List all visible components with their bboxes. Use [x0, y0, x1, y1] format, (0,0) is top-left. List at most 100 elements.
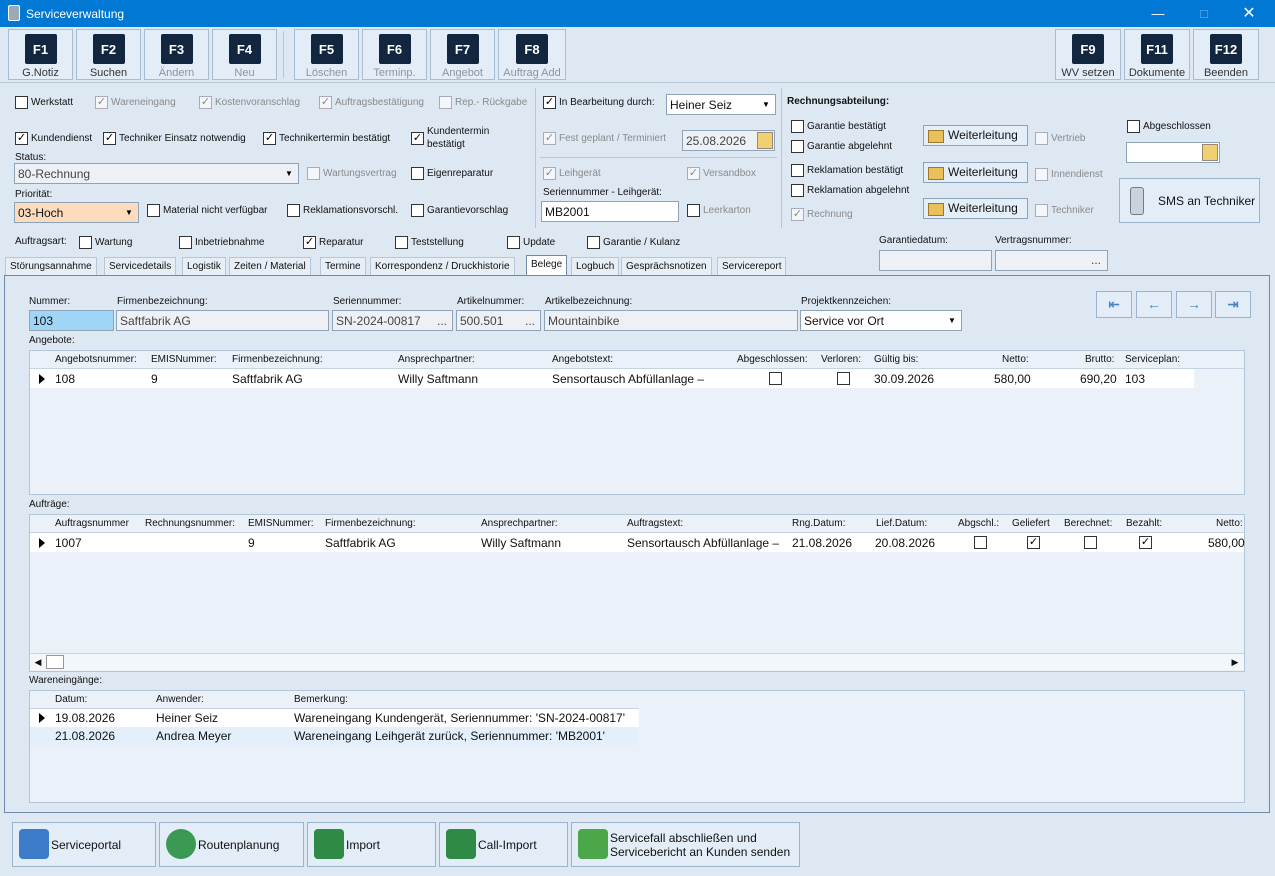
reklamation-bestaetigt-checkbox[interactable]: [791, 164, 804, 177]
f5-loeschen-button[interactable]: F5 Löschen: [294, 29, 359, 80]
leerkarton-checkbox[interactable]: [687, 204, 700, 217]
garantie-bestaetigt-checkbox[interactable]: [791, 120, 804, 133]
fest-geplant-checkbox[interactable]: ✓: [543, 132, 556, 145]
garantie-abgelehnt-checkbox[interactable]: [791, 140, 804, 153]
maximize-icon[interactable]: □: [1181, 0, 1227, 27]
f12-beenden-button[interactable]: F12 Beenden: [1193, 29, 1259, 80]
werkstatt-checkbox[interactable]: [15, 96, 28, 109]
artikelnummer-browse-button[interactable]: ...: [525, 314, 535, 328]
leihgeraet-checkbox[interactable]: ✓: [543, 167, 556, 180]
auftrag-geliefert-checkbox[interactable]: ✓: [1027, 536, 1040, 549]
angebot-abgeschlossen-checkbox[interactable]: [769, 372, 782, 385]
f6-terminp-button[interactable]: F6 Terminp.: [362, 29, 427, 80]
artikelbezeichnung-field[interactable]: Mountainbike: [544, 310, 798, 331]
tab-zeiten-material[interactable]: Zeiten / Material: [229, 257, 311, 276]
abgeschlossen-checkbox[interactable]: [1127, 120, 1140, 133]
tab-servicedetails[interactable]: Servicedetails: [104, 257, 177, 276]
rechnung-checkbox[interactable]: ✓: [791, 208, 804, 221]
vertrieb-checkbox[interactable]: [1035, 132, 1048, 145]
firma-field[interactable]: Saftfabrik AG: [116, 310, 329, 331]
techniker-checkbox[interactable]: [1035, 204, 1048, 217]
nav-prev-icon[interactable]: ←: [1136, 291, 1172, 318]
servicefall-abschliessen-button[interactable]: Servicefall abschließen und Serviceberich…: [571, 822, 800, 867]
auftrag-bezahlt-checkbox[interactable]: ✓: [1139, 536, 1152, 549]
vertragsnummer-field[interactable]: ...: [995, 250, 1108, 271]
sms-techniker-button[interactable]: SMS an Techniker: [1119, 178, 1260, 223]
tab-servicereport[interactable]: Servicereport: [717, 257, 787, 276]
in-bearbeitung-checkbox[interactable]: ✓: [543, 96, 556, 109]
termin-date-field[interactable]: 25.08.2026: [682, 130, 775, 151]
table-row[interactable]: 21.08.2026 Andrea Meyer Wareneingang Lei…: [30, 727, 639, 745]
scroll-left-icon[interactable]: ◀: [31, 655, 45, 669]
f11-dokumente-button[interactable]: F11 Dokumente: [1124, 29, 1190, 80]
wareneingaenge-grid[interactable]: Datum: Anwender: Bemerkung: 19.08.2026 H…: [29, 690, 1245, 803]
sn-leihgeraet-input[interactable]: MB2001: [541, 201, 679, 222]
f4-neu-button[interactable]: F4 Neu: [212, 29, 277, 80]
routenplanung-button[interactable]: Routenplanung: [159, 822, 304, 867]
reparatur-checkbox[interactable]: ✓: [303, 236, 316, 249]
scrollbar-thumb[interactable]: [46, 655, 64, 669]
auftrag-berechnet-checkbox[interactable]: [1084, 536, 1097, 549]
angebote-grid[interactable]: Angebotsnummer: EMISNummer: Firmenbezeic…: [29, 350, 1245, 495]
techniker-einsatz-checkbox[interactable]: ✓: [103, 132, 116, 145]
weiterleitung-techniker-button[interactable]: Weiterleitung: [923, 198, 1028, 219]
f3-aendern-button[interactable]: F3 Ändern: [144, 29, 209, 80]
eigenreparatur-checkbox[interactable]: [411, 167, 424, 180]
f9-wv-setzen-button[interactable]: F9 WV setzen: [1055, 29, 1121, 80]
artikelnummer-field[interactable]: 500.501...: [456, 310, 541, 331]
tab-stoerungsannahme[interactable]: Störungsannahme: [5, 257, 97, 276]
prioritaet-select[interactable]: 03-Hoch ▼: [14, 202, 139, 223]
f8-auftrag-add-button[interactable]: F8 Auftrag Add: [498, 29, 566, 80]
abgeschlossen-date-field[interactable]: [1126, 142, 1220, 163]
table-row[interactable]: 108 9 Saftfabrik AG Willy Saftmann Senso…: [30, 369, 1194, 388]
tab-belege[interactable]: Belege: [526, 255, 568, 276]
kundendienst-checkbox[interactable]: ✓: [15, 132, 28, 145]
teststellung-checkbox[interactable]: [395, 236, 408, 249]
projektkennzeichen-select[interactable]: Service vor Ort ▼: [800, 310, 962, 331]
tab-gespraechsnotizen[interactable]: Gesprächsnotizen: [621, 257, 712, 276]
kostenvoranschlag-checkbox[interactable]: ✓: [199, 96, 212, 109]
bearbeiter-select[interactable]: Heiner Seiz ▼: [666, 94, 776, 115]
auftragsbestaetigung-checkbox[interactable]: ✓: [319, 96, 332, 109]
nav-next-icon[interactable]: →: [1176, 291, 1212, 318]
tab-logbuch[interactable]: Logbuch: [571, 257, 620, 276]
auftrag-abgschl-checkbox[interactable]: [974, 536, 987, 549]
kundentermin-checkbox[interactable]: ✓: [411, 132, 424, 145]
calendar-icon[interactable]: [757, 132, 773, 149]
technikertermin-checkbox[interactable]: ✓: [263, 132, 276, 145]
close-icon[interactable]: ✕: [1226, 0, 1272, 27]
serviceportal-button[interactable]: Serviceportal: [12, 822, 156, 867]
wartung-checkbox[interactable]: [79, 236, 92, 249]
inbetriebnahme-checkbox[interactable]: [179, 236, 192, 249]
tab-korrespondenz[interactable]: Korrespondenz / Druckhistorie: [370, 257, 515, 276]
versandbox-checkbox[interactable]: ✓: [687, 167, 700, 180]
auftraege-grid[interactable]: Auftragsnummer Rechnungsnummer: EMISNumm…: [29, 514, 1245, 672]
weiterleitung-innendienst-button[interactable]: Weiterleitung: [923, 162, 1028, 183]
minimize-icon[interactable]: —: [1135, 0, 1181, 27]
table-row[interactable]: 1007 9 Saftfabrik AG Willy Saftmann Sens…: [30, 533, 1245, 552]
vertragsnummer-browse-button[interactable]: ...: [1091, 253, 1101, 267]
garantievorschlag-checkbox[interactable]: [411, 204, 424, 217]
garantie-kulanz-checkbox[interactable]: [587, 236, 600, 249]
reklamation-abgelehnt-checkbox[interactable]: [791, 184, 804, 197]
seriennummer-field[interactable]: SN-2024-00817...: [332, 310, 453, 331]
innendienst-checkbox[interactable]: [1035, 168, 1048, 181]
f2-suchen-button[interactable]: F2 Suchen: [76, 29, 141, 80]
wareneingang-checkbox[interactable]: ✓: [95, 96, 108, 109]
table-row[interactable]: 19.08.2026 Heiner Seiz Wareneingang Kund…: [30, 709, 639, 727]
tab-logistik[interactable]: Logistik: [182, 257, 226, 276]
tab-termine[interactable]: Termine: [320, 257, 366, 276]
rep-rueckgabe-checkbox[interactable]: [439, 96, 452, 109]
status-select[interactable]: 80-Rechnung ▼: [14, 163, 299, 184]
seriennummer-browse-button[interactable]: ...: [437, 314, 447, 328]
nummer-field[interactable]: 103: [29, 310, 114, 331]
angebot-verloren-checkbox[interactable]: [837, 372, 850, 385]
f7-angebot-button[interactable]: F7 Angebot: [430, 29, 495, 80]
import-button[interactable]: Import: [307, 822, 436, 867]
garantiedatum-field[interactable]: [879, 250, 992, 271]
horizontal-scrollbar[interactable]: ◀ ▶: [30, 653, 1244, 670]
reklamationsvorschl-checkbox[interactable]: [287, 204, 300, 217]
material-checkbox[interactable]: [147, 204, 160, 217]
f1-notiz-button[interactable]: F1 G.Notiz: [8, 29, 73, 80]
calendar-icon[interactable]: [1202, 144, 1218, 161]
